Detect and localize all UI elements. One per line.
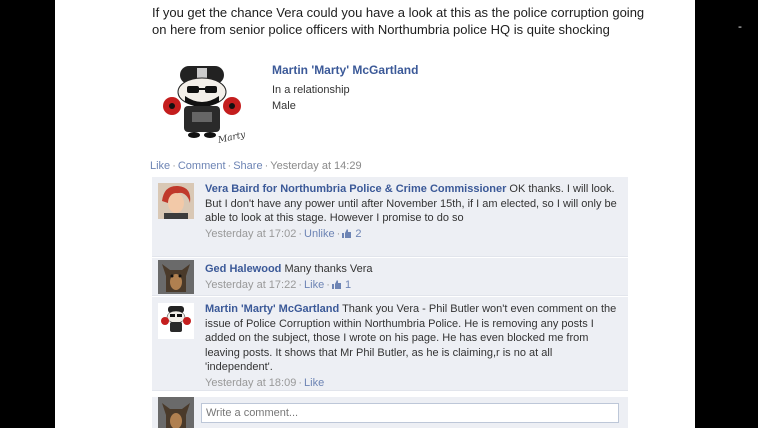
post-timestamp[interactable]: Yesterday at 14:29 <box>270 160 361 172</box>
comment-item: Martin 'Marty' McGartland Thank you Vera… <box>152 297 628 391</box>
own-avatar <box>158 397 194 428</box>
comment-item: Ged Halewood Many thanks Vera Yesterday … <box>152 258 628 296</box>
thumbs-up-icon <box>331 279 341 289</box>
like-count[interactable]: 2 <box>355 228 361 240</box>
post-text: If you get the chance Vera could you hav… <box>152 5 645 37</box>
like-link[interactable]: Like <box>150 160 170 172</box>
comment-author[interactable]: Ged Halewood <box>205 263 281 275</box>
comment-time[interactable]: Yesterday at 18:09 <box>205 377 296 389</box>
post-actions: Like · Comment · Share · Yesterday at 14:29 <box>150 160 362 172</box>
comment-body: Vera Baird for Northumbria Police & Crim… <box>205 182 623 241</box>
comment-time[interactable]: Yesterday at 17:02 <box>205 228 296 240</box>
shared-profile-card[interactable]: Marty Martin 'Marty' McGartland In a rel… <box>152 62 632 148</box>
comment-meta: Yesterday at 17:02 · Unlike · 2 <box>205 227 362 240</box>
comment-body: Martin 'Marty' McGartland Thank you Vera… <box>205 302 623 390</box>
corner-dot: - <box>738 20 742 33</box>
comment-time[interactable]: Yesterday at 17:22 <box>205 279 296 291</box>
comment-meta: Yesterday at 18:09 · Like <box>205 376 325 389</box>
comment-input[interactable] <box>201 403 619 423</box>
commenter-avatar[interactable] <box>158 260 194 294</box>
relationship-status: In a relationship <box>272 84 350 96</box>
commenter-avatar[interactable] <box>158 303 194 339</box>
like-link[interactable]: Like <box>304 377 324 389</box>
share-link[interactable]: Share <box>233 160 262 172</box>
shared-profile-name[interactable]: Martin 'Marty' McGartland <box>272 63 418 77</box>
like-link[interactable]: Like <box>304 279 324 291</box>
comment-text: Many thanks Vera <box>284 263 373 275</box>
comment-item: Vera Baird for Northumbria Police & Crim… <box>152 177 628 257</box>
thumbs-up-icon <box>342 228 352 238</box>
gender: Male <box>272 100 296 112</box>
comment-compose <box>152 397 628 428</box>
like-count[interactable]: 1 <box>345 279 351 291</box>
comment-link[interactable]: Comment <box>178 160 226 172</box>
comment-author[interactable]: Martin 'Marty' McGartland <box>205 303 339 315</box>
commenter-avatar[interactable] <box>158 183 194 219</box>
facebook-post-panel: If you get the chance Vera could you hav… <box>55 0 695 428</box>
comment-body: Ged Halewood Many thanks Vera Yesterday … <box>205 262 623 292</box>
comment-author[interactable]: Vera Baird for Northumbria Police & Crim… <box>205 183 506 195</box>
unlike-link[interactable]: Unlike <box>304 228 335 240</box>
comment-meta: Yesterday at 17:22 · Like · 1 <box>205 278 352 291</box>
